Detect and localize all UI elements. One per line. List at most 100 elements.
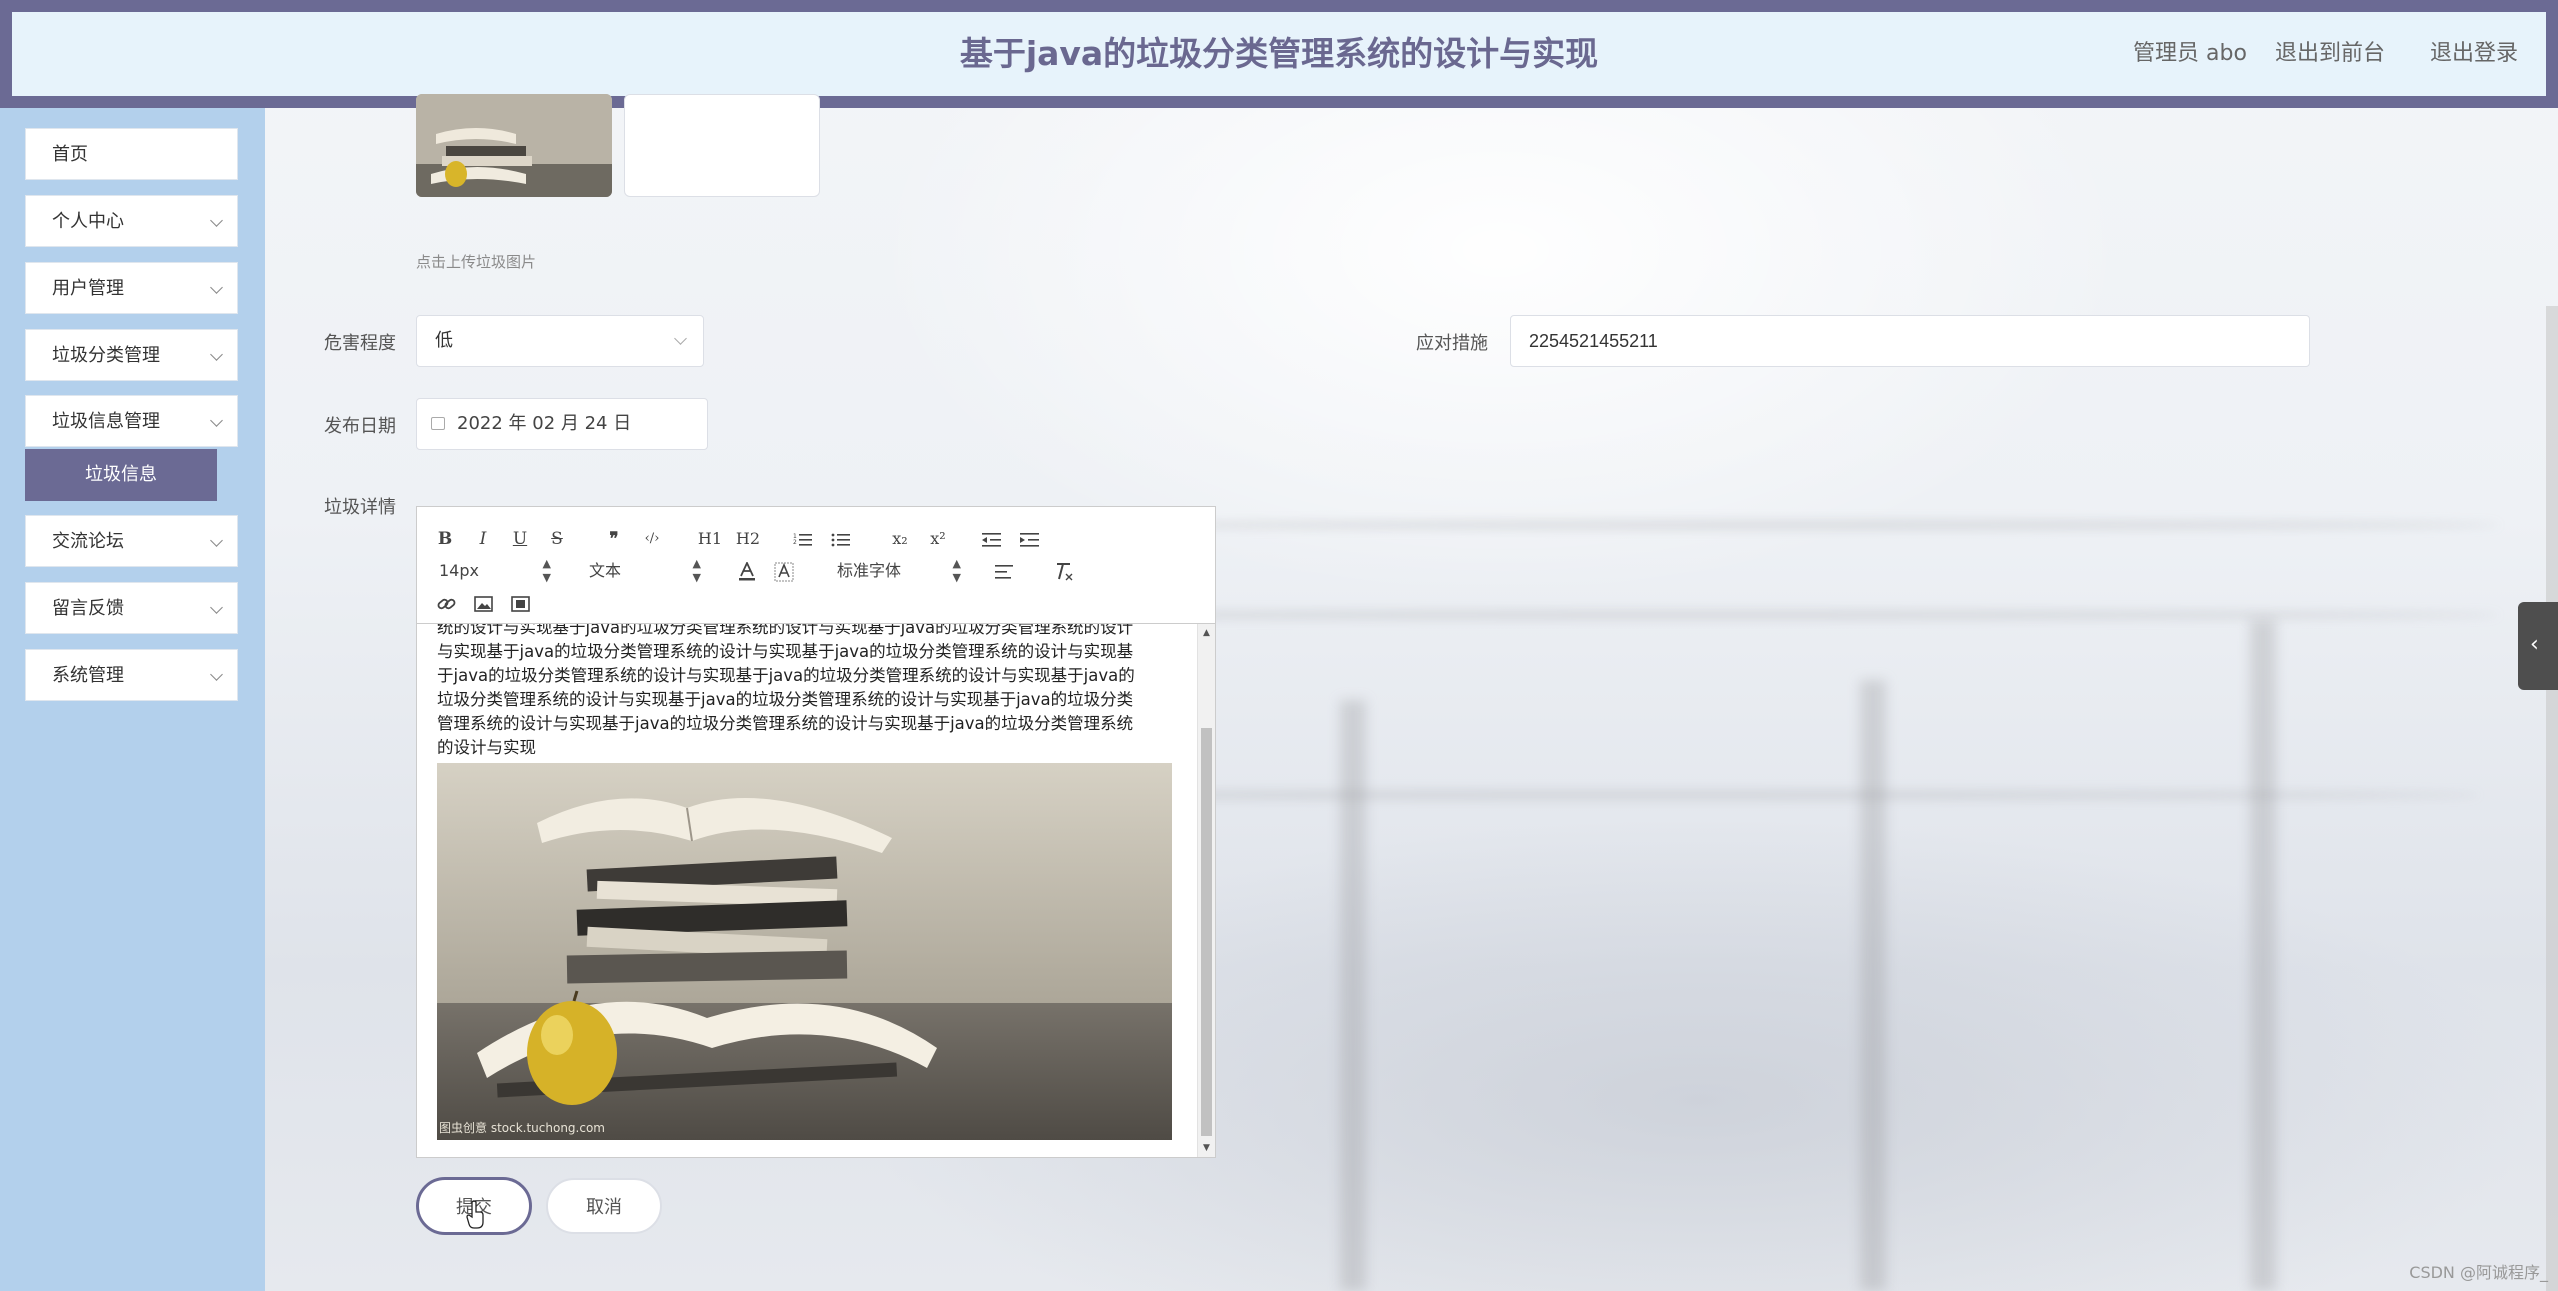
select-arrows-icon: ▲ ▼: [952, 557, 961, 584]
danger-level-label: 危害程度: [324, 333, 396, 354]
select-arrows-icon: ▲ ▼: [692, 557, 701, 584]
link-icon[interactable]: [437, 595, 457, 613]
sidebar-item-label: 用户管理: [52, 278, 124, 299]
bullet-list-icon[interactable]: [831, 532, 851, 548]
background-post: [1340, 700, 1366, 1291]
hand-cursor-icon: [466, 1200, 484, 1229]
font-family-value: 标准字体: [837, 561, 902, 580]
page-background: [0, 0, 2558, 1291]
editor-text-line: 的设计与实现: [437, 738, 536, 757]
rich-text-editor[interactable]: B I U S ❞ ‹/› H1 H2 12 x₂ x² 14px ▲ ▼ 文本…: [416, 506, 1216, 1158]
editor-content[interactable]: 统的设计与实现基于java的垃圾分类管理系统的设计与实现基于java的垃圾分类管…: [417, 624, 1198, 1157]
code-icon[interactable]: ‹/›: [639, 525, 665, 553]
chevron-down-icon: [674, 332, 687, 345]
danger-level-value: 低: [435, 330, 453, 351]
measures-label: 应对措施: [1416, 333, 1488, 354]
font-size-select[interactable]: 14px ▲ ▼: [439, 557, 551, 585]
uploaded-image-thumbnail[interactable]: [416, 94, 612, 197]
sidebar-item-profile[interactable]: 个人中心: [25, 195, 238, 247]
image-icon[interactable]: [474, 595, 494, 613]
sidebar-item-feedback[interactable]: 留言反馈: [25, 582, 238, 634]
scroll-down-icon[interactable]: ▼: [1198, 1141, 1215, 1155]
sidebar-item-label: 留言反馈: [52, 598, 124, 619]
ordered-list-icon[interactable]: 12: [793, 532, 813, 548]
publish-date-label: 发布日期: [324, 416, 396, 437]
editor-text-line: 统的设计与实现基于java的垃圾分类管理系统的设计与实现基于java的垃圾分类管…: [437, 624, 1134, 637]
sidebar-item-category[interactable]: 垃圾分类管理: [25, 329, 238, 381]
admin-user-label: 管理员 abo: [2133, 41, 2247, 66]
chevron-down-icon: [210, 668, 223, 681]
indent-icon[interactable]: [1020, 532, 1040, 548]
font-color-icon[interactable]: [737, 562, 757, 582]
exit-to-frontend-link[interactable]: 退出到前台: [2275, 12, 2385, 96]
editor-embedded-image[interactable]: 图虫创意 stock.tuchong.com: [437, 763, 1172, 1140]
chevron-down-icon: [210, 348, 223, 361]
header-1-icon[interactable]: H1: [697, 525, 723, 553]
sidebar-item-home[interactable]: 首页: [25, 128, 238, 180]
sidebar-item-forum[interactable]: 交流论坛: [25, 515, 238, 567]
sidebar-item-label: 交流论坛: [52, 531, 124, 552]
editor-text-line: 于java的垃圾分类管理系统的设计与实现基于java的垃圾分类管理系统的设计与实…: [437, 666, 1135, 685]
align-icon[interactable]: [995, 564, 1015, 580]
chevron-down-icon: [210, 601, 223, 614]
background-post: [2250, 620, 2276, 1291]
cancel-button[interactable]: 取消: [546, 1178, 662, 1234]
publish-date-picker[interactable]: 2022 年 02 月 24 日: [416, 398, 708, 450]
measures-input[interactable]: [1510, 315, 2310, 367]
publish-date-value: 2022 年 02 月 24 日: [457, 413, 632, 434]
editor-text-line: 垃圾分类管理系统的设计与实现基于java的垃圾分类管理系统的设计与实现基于jav…: [437, 690, 1134, 709]
sidebar: 首页 个人中心 用户管理 垃圾分类管理 垃圾信息管理 垃圾信息 交流论坛 留言反…: [0, 108, 265, 1291]
underline-icon[interactable]: U: [510, 525, 530, 553]
sidebar-item-system[interactable]: 系统管理: [25, 649, 238, 701]
italic-icon[interactable]: I: [473, 525, 493, 553]
editor-scroll-thumb[interactable]: [1201, 728, 1212, 1136]
top-bar: 基于java的垃圾分类管理系统的设计与实现 管理员 abo 退出到前台 退出登录: [0, 0, 2558, 108]
chevron-down-icon: [210, 214, 223, 227]
font-family-select[interactable]: 标准字体 ▲ ▼: [837, 557, 961, 585]
scroll-up-icon[interactable]: ▲: [1198, 626, 1215, 640]
sidebar-item-label: 系统管理: [52, 665, 124, 686]
bold-icon[interactable]: B: [435, 525, 455, 553]
editor-text-line: 与实现基于java的垃圾分类管理系统的设计与实现基于java的垃圾分类管理系统的…: [437, 642, 1134, 661]
danger-level-select[interactable]: 低: [416, 315, 704, 367]
font-size-value: 14px: [439, 561, 479, 580]
chevron-down-icon: [210, 414, 223, 427]
background-wire: [1100, 520, 2500, 530]
books-photo-icon: [416, 94, 612, 197]
sidebar-subitem-label: 垃圾信息: [85, 464, 157, 485]
sidebar-item-garbage-info[interactable]: 垃圾信息管理: [25, 395, 238, 447]
side-panel-toggle[interactable]: ‹: [2518, 602, 2558, 690]
block-type-select[interactable]: 文本 ▲ ▼: [589, 557, 701, 585]
upload-trigger-card[interactable]: [624, 94, 820, 197]
background-post: [1860, 680, 1886, 1291]
video-icon[interactable]: [511, 595, 531, 613]
chevron-left-icon: ‹: [2530, 632, 2539, 657]
editor-text: 统的设计与实现基于java的垃圾分类管理系统的设计与实现基于java的垃圾分类管…: [437, 624, 1177, 760]
image-watermark: 图虫创意 stock.tuchong.com: [439, 1121, 605, 1135]
corner-watermark: CSDN @阿诚程序_: [2409, 1263, 2548, 1282]
header-2-icon[interactable]: H2: [735, 525, 761, 553]
chevron-down-icon: [210, 281, 223, 294]
sidebar-item-label: 垃圾信息管理: [52, 411, 160, 432]
editor-toolbar: B I U S ❞ ‹/› H1 H2 12 x₂ x² 14px ▲ ▼ 文本…: [417, 507, 1215, 624]
editor-scrollbar[interactable]: ▲ ▼: [1197, 624, 1215, 1157]
chevron-down-icon: [210, 534, 223, 547]
block-type-value: 文本: [589, 561, 622, 580]
calendar-icon: [431, 417, 445, 430]
blockquote-icon[interactable]: ❞: [602, 525, 626, 553]
svg-text:2: 2: [793, 539, 797, 546]
editor-text-line: 管理系统的设计与实现基于java的垃圾分类管理系统的设计与实现基于java的垃圾…: [437, 714, 1134, 733]
sidebar-item-label: 首页: [52, 144, 88, 165]
subscript-icon[interactable]: x₂: [887, 525, 913, 553]
strikethrough-icon[interactable]: S: [547, 525, 567, 553]
page-scrollbar[interactable]: [2546, 306, 2558, 1291]
logout-link[interactable]: 退出登录: [2430, 12, 2518, 96]
sidebar-item-label: 个人中心: [52, 211, 124, 232]
background-color-icon[interactable]: [774, 562, 794, 582]
sidebar-item-label: 垃圾分类管理: [52, 345, 160, 366]
sidebar-subitem-garbage-info[interactable]: 垃圾信息: [25, 449, 217, 501]
superscript-icon[interactable]: x²: [925, 525, 951, 553]
sidebar-item-users[interactable]: 用户管理: [25, 262, 238, 314]
outdent-icon[interactable]: [982, 532, 1002, 548]
clear-format-icon[interactable]: [1053, 562, 1075, 582]
